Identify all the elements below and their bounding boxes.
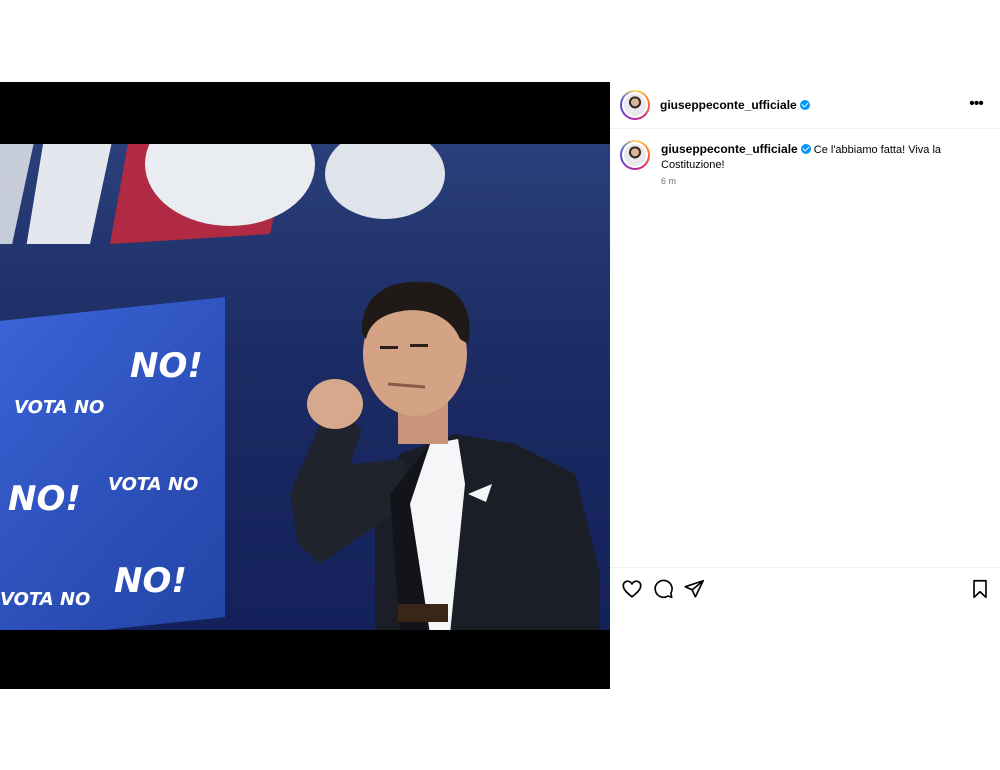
post-header: giuseppeconte_ufficiale ••• <box>610 82 1000 129</box>
post-caption: giuseppeconte_ufficiale Ce l'abbiamo fat… <box>661 142 981 173</box>
header-username[interactable]: giuseppeconte_ufficiale <box>660 98 810 112</box>
heart-icon[interactable] <box>621 578 643 600</box>
more-options-icon[interactable]: ••• <box>966 96 986 112</box>
avatar[interactable] <box>620 90 650 120</box>
bookmark-icon[interactable] <box>969 578 991 600</box>
post-side-panel: giuseppeconte_ufficiale ••• giuseppecont… <box>610 82 1000 689</box>
post-timestamp[interactable]: 6 m <box>661 176 676 186</box>
paper-plane-icon[interactable] <box>683 578 705 600</box>
post-media: NO! VOTA NO NO! VOTA NO NO! VOTA NO <box>0 82 610 689</box>
slogan-vota-no: VOTA NO <box>108 474 199 495</box>
slogan-vota-no: VOTA NO <box>0 589 91 610</box>
comment-icon[interactable] <box>652 578 674 600</box>
slogan-no: NO! <box>114 561 187 601</box>
background-slogan-graphic <box>0 144 445 244</box>
slogan-no: NO! <box>130 346 203 386</box>
slogan-vota-no: VOTA NO <box>14 397 105 418</box>
caption-avatar[interactable] <box>620 140 650 170</box>
caption-username[interactable]: giuseppeconte_ufficiale <box>661 142 798 156</box>
verified-badge-icon <box>799 100 810 110</box>
header-username-text[interactable]: giuseppeconte_ufficiale <box>660 98 797 112</box>
post-actions-bar <box>610 567 1000 611</box>
post-photo: NO! VOTA NO NO! VOTA NO NO! VOTA NO <box>0 144 610 630</box>
verified-badge-icon <box>800 144 811 154</box>
slogan-no: NO! <box>8 479 81 519</box>
person-figure <box>290 281 600 630</box>
